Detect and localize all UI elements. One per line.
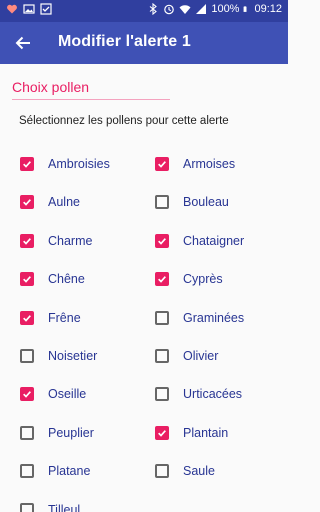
- heart-icon: [7, 4, 17, 14]
- pollen-checkbox-item[interactable]: Ambroisies: [20, 151, 110, 177]
- pollen-label: Bouleau: [183, 195, 229, 210]
- checkbox-unchecked[interactable]: [155, 464, 169, 479]
- back-button[interactable]: [10, 30, 36, 56]
- battery-icon: [244, 6, 247, 12]
- checkbox-checked[interactable]: [20, 272, 34, 287]
- pollen-checkbox-item[interactable]: Platane: [20, 458, 90, 484]
- pollen-label: Cyprès: [183, 272, 223, 287]
- wifi-icon: [179, 5, 191, 14]
- pollen-label: Oseille: [48, 387, 87, 402]
- pollen-label: Platane: [48, 464, 91, 479]
- pollen-checkbox-item[interactable]: Urticacées: [155, 381, 242, 407]
- pollen-checkbox-item[interactable]: Cyprès: [155, 266, 223, 292]
- pollen-checkbox-item[interactable]: Aulne: [20, 189, 80, 215]
- checkbox-checked[interactable]: [155, 272, 169, 287]
- pollen-checkbox-item[interactable]: Oseille: [20, 381, 86, 407]
- pollen-label: Peuplier: [48, 425, 94, 440]
- pollen-checkbox-item[interactable]: Noisetier: [20, 343, 97, 369]
- pollen-checkbox-item[interactable]: Olivier: [155, 343, 218, 369]
- checkbox-checked[interactable]: [155, 233, 169, 248]
- pollen-label: Plantain: [183, 425, 229, 440]
- check-icon: [23, 199, 31, 207]
- instructions-text: Sélectionnez les pollens pour cette aler…: [19, 115, 229, 127]
- check-icon: [158, 429, 166, 437]
- pollen-label: Chataigner: [183, 233, 245, 248]
- checkbox-checked[interactable]: [20, 195, 34, 210]
- pollen-checkbox-item[interactable]: Plantain: [155, 420, 228, 446]
- checkbox-unchecked[interactable]: [20, 464, 34, 479]
- alarm-icon: [164, 4, 175, 15]
- check-icon: [158, 276, 166, 283]
- pollen-label: Graminées: [183, 310, 245, 325]
- checkbox-unchecked[interactable]: [20, 349, 34, 363]
- check-icon: [23, 314, 31, 322]
- bluetooth-icon: [149, 3, 158, 15]
- app-bar: Modifier l'alerte 1: [0, 22, 288, 64]
- pollen-label: Urticacées: [183, 387, 243, 402]
- check-box-icon: [40, 3, 52, 15]
- signal-icon: [196, 4, 207, 14]
- arrow-left-icon: [15, 36, 30, 50]
- image-icon: [23, 4, 35, 14]
- checkbox-checked[interactable]: [20, 157, 34, 171]
- battery-percent: 100%: [211, 3, 240, 15]
- check-icon: [23, 237, 31, 245]
- checkbox-unchecked[interactable]: [155, 349, 169, 363]
- check-icon: [23, 161, 31, 168]
- page-title: Modifier l'alerte 1: [58, 33, 191, 50]
- pollen-label: Frêne: [48, 310, 81, 325]
- check-icon: [23, 276, 31, 283]
- pollen-checkbox-item[interactable]: Chêne: [20, 266, 85, 292]
- checkbox-unchecked[interactable]: [155, 387, 169, 402]
- pollen-checkbox-item[interactable]: Frêne: [20, 305, 81, 331]
- checkbox-checked[interactable]: [20, 310, 34, 325]
- pollen-checkbox-item[interactable]: Peuplier: [20, 420, 94, 446]
- checkbox-checked[interactable]: [155, 157, 169, 171]
- pollen-checkbox-item[interactable]: Saule: [155, 458, 215, 484]
- checkbox-checked[interactable]: [20, 233, 34, 248]
- pollen-label: Chêne: [48, 272, 85, 287]
- pollen-checkbox-item[interactable]: Chataigner: [155, 228, 244, 254]
- pollen-label: Ambroisies: [48, 157, 110, 171]
- status-time: 09:12: [254, 3, 282, 15]
- checkbox-checked[interactable]: [155, 425, 169, 440]
- pollen-label: Tilleul: [48, 502, 81, 512]
- checkbox-checked[interactable]: [20, 387, 34, 402]
- pollen-label: Aulne: [48, 195, 80, 210]
- section-label: Choix pollen: [12, 79, 90, 95]
- pollen-checkbox-item[interactable]: Tilleul: [20, 497, 80, 512]
- pollen-label: Olivier: [183, 349, 219, 363]
- checkbox-unchecked[interactable]: [20, 502, 34, 512]
- section-divider: [12, 99, 170, 100]
- check-icon: [23, 391, 31, 399]
- pollen-checkbox-item[interactable]: Bouleau: [155, 189, 229, 215]
- check-icon: [158, 161, 166, 168]
- pollen-label: Armoises: [183, 157, 236, 171]
- pollen-checkbox-item[interactable]: Charme: [20, 228, 92, 254]
- pollen-label: Noisetier: [48, 349, 98, 363]
- pollen-label: Charme: [48, 233, 93, 248]
- check-icon: [158, 237, 166, 245]
- checkbox-unchecked[interactable]: [20, 425, 34, 440]
- pollen-checkbox-item[interactable]: Armoises: [155, 151, 235, 177]
- checkbox-unchecked[interactable]: [155, 310, 169, 325]
- checkbox-unchecked[interactable]: [155, 195, 169, 210]
- pollen-label: Saule: [183, 464, 215, 479]
- pollen-checkbox-item[interactable]: Graminées: [155, 305, 244, 331]
- status-bar: 100% 09:12: [0, 0, 288, 22]
